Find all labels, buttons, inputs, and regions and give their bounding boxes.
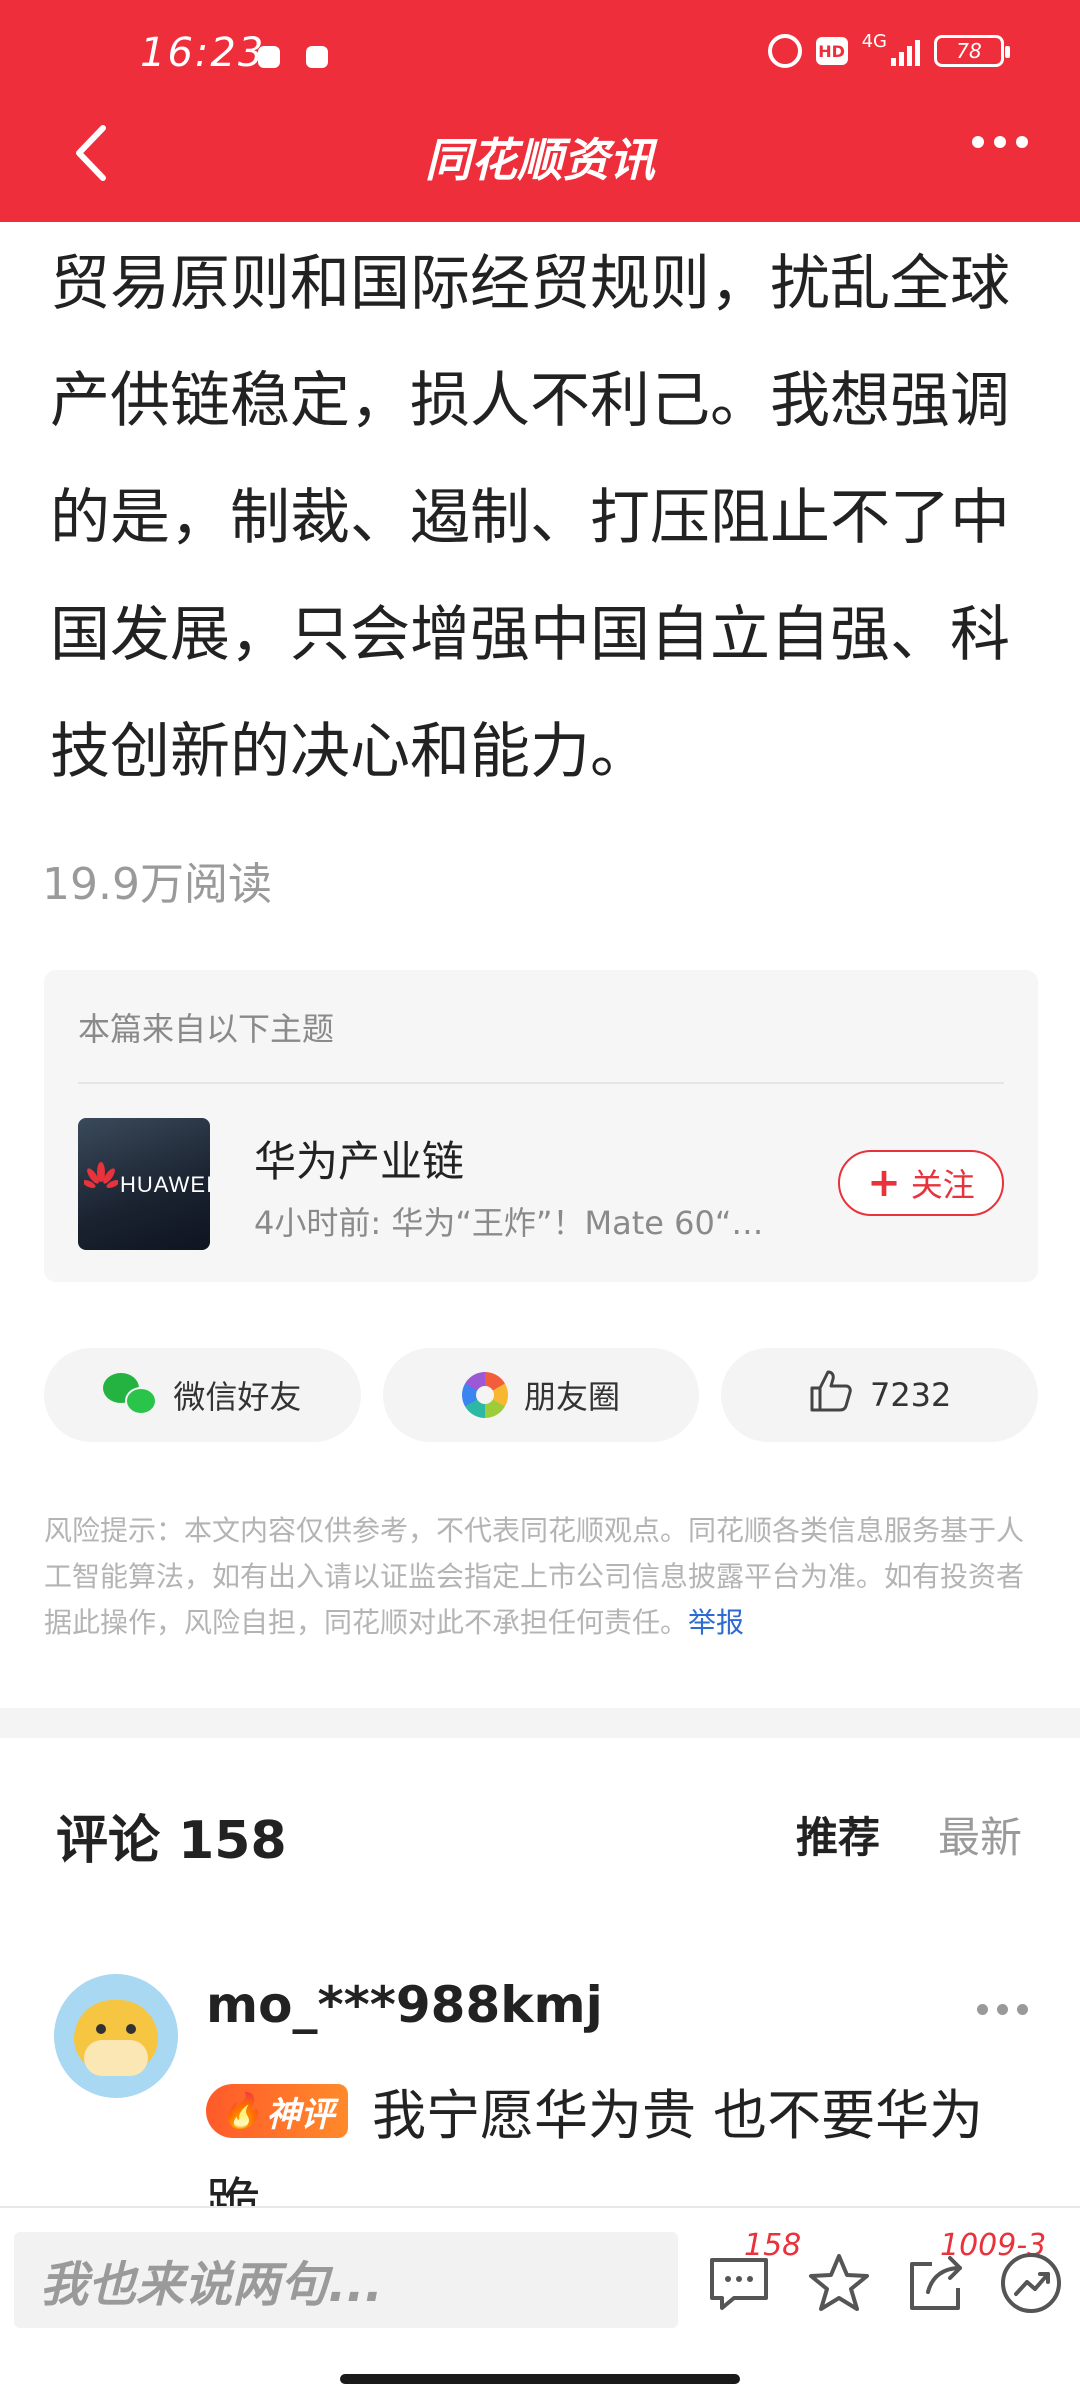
- share-wechat-label: 微信好友: [173, 1378, 302, 1416]
- huawei-logo-icon: [84, 1162, 118, 1189]
- comment-count-badge: 158: [744, 2228, 802, 2263]
- battery-icon: 78: [934, 35, 1010, 67]
- home-indicator[interactable]: [340, 2374, 740, 2384]
- notification-app-icon: [258, 46, 280, 68]
- article-body: 贸易原则和国际经贸规则，扰乱全球产供链稳定，损人不利己。我想强调的是，制裁、遏制…: [50, 249, 1010, 787]
- more-dot-icon: [972, 136, 984, 148]
- hd-icon: HD: [815, 37, 848, 65]
- thumbs-up-icon: [808, 1368, 854, 1422]
- sort-recommend-tab[interactable]: 推荐: [796, 1804, 880, 1865]
- flame-icon: 🔥: [220, 2091, 263, 2131]
- topic-thumbnail[interactable]: HUAWEI: [78, 1118, 210, 1250]
- report-link[interactable]: 举报: [688, 1606, 744, 1639]
- thumbnail-brand-text: HUAWEI: [120, 1172, 210, 1197]
- topic-card-header: 本篇来自以下主题: [78, 1010, 335, 1048]
- trend-button[interactable]: [996, 2248, 1066, 2318]
- more-dot-icon: [997, 2004, 1008, 2015]
- divider: [78, 1082, 1004, 1084]
- signal-icon: [891, 36, 920, 66]
- follow-label: 关注: [910, 1166, 975, 1204]
- alarm-icon: [767, 34, 802, 68]
- avatar-eye: [126, 2024, 136, 2034]
- top-bar: 16:23 HD 4G 78 同花顺资讯: [0, 0, 1080, 222]
- avatar-muzzle: [84, 2040, 148, 2076]
- avatar-eye: [96, 2024, 106, 2034]
- like-button[interactable]: 7232: [721, 1348, 1039, 1442]
- topic-name[interactable]: 华为产业链: [254, 1128, 464, 1189]
- trend-icon: [1001, 2253, 1061, 2313]
- avatar[interactable]: [54, 1974, 178, 2098]
- comment-username[interactable]: mo_***988kmj: [206, 1976, 603, 2034]
- bottom-action-bar: 我也来说两句... 158 1009-3: [0, 2206, 1080, 2400]
- star-icon: [809, 2254, 869, 2311]
- page-title: 同花顺资讯: [425, 133, 655, 187]
- more-dot-icon: [977, 2004, 988, 2015]
- comment-more-button[interactable]: [977, 2004, 1028, 2015]
- section-separator: [0, 1708, 1080, 1738]
- status-indicators: HD 4G 78: [767, 30, 1010, 68]
- status-time: 16:23: [140, 30, 266, 76]
- share-wechat-button[interactable]: 微信好友: [44, 1348, 361, 1442]
- topic-description[interactable]: 4小时前: 华为“王炸”！Mate 60“超…: [254, 1198, 784, 1244]
- share-moments-label: 朋友圈: [524, 1378, 621, 1416]
- more-options-button[interactable]: [972, 136, 1028, 148]
- share-moments-button[interactable]: 朋友圈: [382, 1348, 700, 1442]
- plus-icon: +: [867, 1160, 901, 1206]
- battery-level: 78: [956, 39, 982, 63]
- risk-disclaimer: 风险提示：本文内容仅供参考，不代表同花顺观点。同花顺各类信息服务基于人工智能算法…: [44, 1508, 1036, 1646]
- topic-card[interactable]: 本篇来自以下主题 HUAWEI 华为产业链 4小时前: 华为“王炸”！Mate …: [44, 970, 1038, 1282]
- disclaimer-text: 风险提示：本文内容仅供参考，不代表同花顺观点。同花顺各类信息服务基于人工智能算法…: [44, 1514, 1025, 1639]
- more-dot-icon: [1017, 2004, 1028, 2015]
- read-count: 19.9万阅读: [42, 859, 272, 910]
- wechat-icon: [103, 1373, 158, 1417]
- sort-latest-tab[interactable]: 最新: [938, 1804, 1022, 1865]
- notification-wechat-icon: [306, 46, 328, 68]
- hot-comment-badge: 🔥 神评: [206, 2084, 349, 2138]
- hot-badge-label: 神评: [266, 2094, 335, 2135]
- more-dot-icon: [1016, 136, 1028, 148]
- comments-title: 评论 158: [56, 1811, 287, 1871]
- network-label: 4G: [861, 30, 887, 52]
- follow-button[interactable]: + 关注: [838, 1150, 1004, 1216]
- moments-icon: [462, 1372, 508, 1418]
- comment-input[interactable]: 我也来说两句...: [14, 2232, 678, 2328]
- favorite-button[interactable]: [804, 2248, 874, 2318]
- more-dot-icon: [994, 136, 1006, 148]
- share-row: 微信好友 朋友圈 7232: [44, 1348, 1039, 1442]
- like-count: 7232: [869, 1376, 952, 1414]
